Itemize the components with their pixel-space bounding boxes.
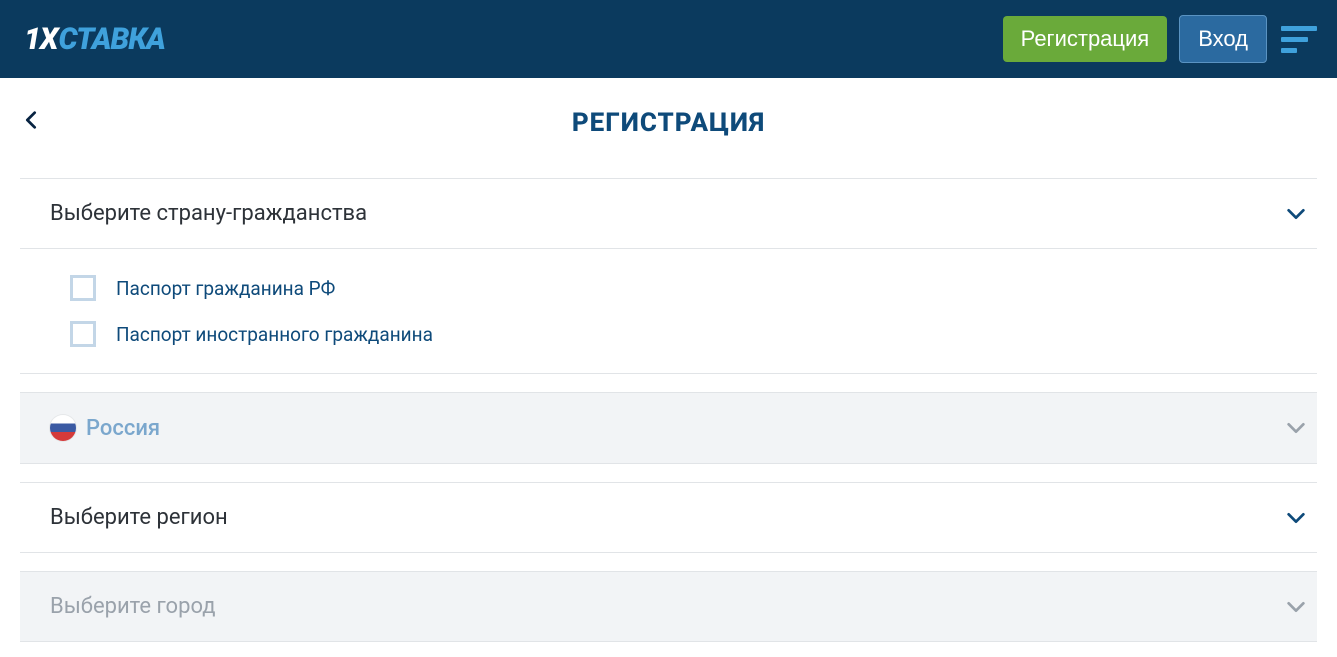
logo[interactable]: 1X СТАВКА <box>24 22 165 57</box>
country-selected-label: Россия <box>86 416 160 441</box>
registration-form: Выберите страну-гражданства Паспорт граж… <box>0 178 1337 642</box>
passport-type-block: Паспорт гражданина РФ Паспорт иностранно… <box>20 249 1317 374</box>
citizenship-select[interactable]: Выберите страну-гражданства <box>20 178 1317 249</box>
logo-prefix: 1X <box>24 22 57 57</box>
city-label: Выберите город <box>50 594 216 619</box>
logo-text: СТАВКА <box>58 22 165 57</box>
passport-option-ru[interactable]: Паспорт гражданина РФ <box>70 265 1307 311</box>
chevron-down-icon <box>1285 203 1307 225</box>
passport-option-foreign[interactable]: Паспорт иностранного гражданина <box>70 311 1307 357</box>
login-button[interactable]: Вход <box>1179 15 1267 63</box>
page-header: РЕГИСТРАЦИЯ <box>0 78 1337 178</box>
city-select[interactable]: Выберите город <box>20 571 1317 642</box>
region-select[interactable]: Выберите регион <box>20 482 1317 553</box>
chevron-down-icon <box>1285 417 1307 439</box>
region-label: Выберите регион <box>50 505 228 530</box>
back-button[interactable] <box>20 106 42 141</box>
citizenship-label: Выберите страну-гражданства <box>50 201 367 226</box>
passport-option-label: Паспорт иностранного гражданина <box>116 323 433 346</box>
register-button[interactable]: Регистрация <box>1003 16 1168 62</box>
passport-option-label: Паспорт гражданина РФ <box>116 277 335 300</box>
menu-icon[interactable] <box>1279 21 1319 57</box>
chevron-left-icon <box>20 106 42 134</box>
checkbox-icon[interactable] <box>70 275 96 301</box>
topbar: 1X СТАВКА Регистрация Вход <box>0 0 1337 78</box>
topbar-right: Регистрация Вход <box>1003 15 1319 63</box>
chevron-down-icon <box>1285 507 1307 529</box>
page-title: РЕГИСТРАЦИЯ <box>20 108 1317 138</box>
flag-russia-icon <box>50 415 76 441</box>
checkbox-icon[interactable] <box>70 321 96 347</box>
chevron-down-icon <box>1285 596 1307 618</box>
country-select[interactable]: Россия <box>20 392 1317 464</box>
